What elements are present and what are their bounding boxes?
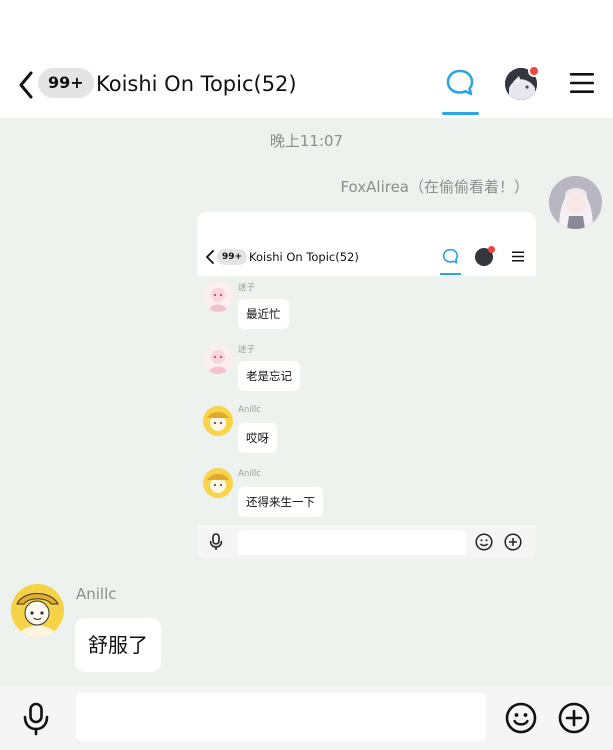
screenshot-message[interactable]: 99+ Koishi On Topic(52) 迷子 最近忙 迷子 老是忘记 A… <box>197 212 536 559</box>
active-tab-indicator <box>442 112 479 115</box>
sender-name: 迷子 <box>238 283 256 293</box>
message-bubble: 哎呀 <box>238 423 277 453</box>
screenshot-tab-indicator <box>440 273 461 275</box>
plus-icon <box>504 533 522 551</box>
outgoing-avatar[interactable] <box>549 176 602 229</box>
message-input[interactable] <box>76 693 486 741</box>
back-chevron-icon <box>206 250 214 264</box>
message-bubble: 老是忘记 <box>238 361 300 391</box>
sender-name: 迷子 <box>238 345 256 355</box>
sender-name: Anillc <box>238 469 261 479</box>
screenshot-text-field <box>238 530 466 555</box>
avatar <box>203 406 233 436</box>
chat-header: 99+ Koishi On Topic(52) <box>0 58 613 118</box>
plus-icon[interactable] <box>558 702 590 734</box>
screenshot-notification-dot <box>488 246 495 253</box>
incoming-message-bubble[interactable]: 舒服了 <box>75 618 161 672</box>
avatar <box>203 282 233 312</box>
unread-count-badge[interactable]: 99+ <box>38 68 94 98</box>
microphone-icon <box>209 533 223 550</box>
menu-icon <box>512 251 524 262</box>
screenshot-header: 99+ Koishi On Topic(52) <box>197 212 536 276</box>
message-bubble: 最近忙 <box>238 299 289 329</box>
message-input-bar <box>0 686 613 750</box>
screenshot-unread-badge: 99+ <box>217 249 248 265</box>
notification-dot <box>528 65 540 77</box>
screenshot-group-title: Koishi On Topic(52) <box>249 250 359 264</box>
chat-bubble-icon[interactable] <box>445 68 475 98</box>
menu-icon[interactable] <box>570 72 594 94</box>
message-timestamp: 晚上11:07 <box>269 132 344 150</box>
sender-name: Anillc <box>238 405 261 415</box>
message-bubble: 还得来生一下 <box>238 487 323 517</box>
incoming-sender-name: Anillc <box>76 585 117 603</box>
incoming-avatar[interactable] <box>11 584 64 637</box>
back-chevron-icon[interactable] <box>16 70 36 100</box>
group-title: Koishi On Topic(52) <box>96 72 297 96</box>
avatar-image <box>11 584 64 637</box>
avatar <box>203 468 233 498</box>
screenshot-input-bar <box>197 525 536 559</box>
microphone-icon[interactable] <box>22 702 50 736</box>
status-bar <box>0 0 613 58</box>
screenshot-chat-body: 迷子 最近忙 迷子 老是忘记 Anillc 哎呀 Anillc 还得来生一下 <box>197 276 536 525</box>
emoji-icon[interactable] <box>505 702 537 734</box>
outgoing-sender-name: FoxAlirea（在偷偷看着！） <box>340 178 529 196</box>
avatar <box>203 344 233 374</box>
chat-bubble-icon <box>442 248 459 264</box>
avatar-image <box>549 176 602 229</box>
emoji-icon <box>475 533 493 551</box>
